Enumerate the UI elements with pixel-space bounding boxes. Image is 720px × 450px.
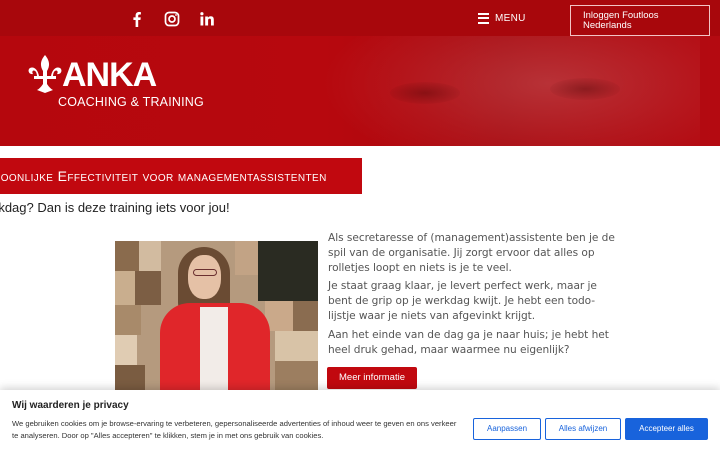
instagram-icon[interactable] (164, 11, 180, 27)
fleur-de-lis-icon[interactable] (28, 54, 62, 94)
intro-paragraph-1: Als secretaresse of (management)assisten… (328, 232, 615, 274)
login-foutloos-nederlands-button[interactable]: Inloggen Foutloos Nederlands (570, 5, 710, 36)
page-subtitle: rkdag? Dan is deze training iets voor jo… (0, 200, 230, 215)
cookie-text: We gebruiken cookies om je browse-ervari… (12, 419, 457, 440)
cookie-banner: Wij waarderen je privacy We gebruiken co… (0, 390, 720, 450)
cookie-customize-button[interactable]: Aanpassen (473, 418, 541, 440)
linkedin-icon[interactable] (199, 11, 215, 27)
logo-tagline: COACHING & TRAINING (58, 95, 204, 109)
menu-label: MENU (495, 12, 526, 24)
page-title: rsoonlijke Effectiviteit voor management… (0, 168, 327, 184)
page: MENU Inloggen Foutloos Nederlands ANKA C… (0, 0, 720, 450)
trainer-photo (115, 241, 318, 393)
intro-paragraph-2: Je staat graag klaar, je levert perfect … (328, 280, 597, 322)
intro-paragraph-3: Aan het einde van de dag ga je naar huis… (328, 329, 609, 356)
meer-informatie-button[interactable]: Meer informatie (327, 367, 417, 389)
login-label-line2: Nederlands (583, 20, 632, 31)
logo-name[interactable]: ANKA (62, 56, 157, 94)
cookie-title: Wij waarderen je privacy (12, 400, 129, 411)
cookie-reject-button[interactable]: Alles afwijzen (545, 418, 621, 440)
facebook-icon[interactable] (129, 11, 145, 27)
menu-button[interactable]: MENU (478, 10, 526, 26)
hero-banner: MENU Inloggen Foutloos Nederlands ANKA C… (0, 0, 720, 146)
cookie-accept-button[interactable]: Accepteer alles (625, 418, 708, 440)
page-title-banner: rsoonlijke Effectiviteit voor management… (0, 158, 362, 194)
hamburger-icon (478, 12, 489, 24)
